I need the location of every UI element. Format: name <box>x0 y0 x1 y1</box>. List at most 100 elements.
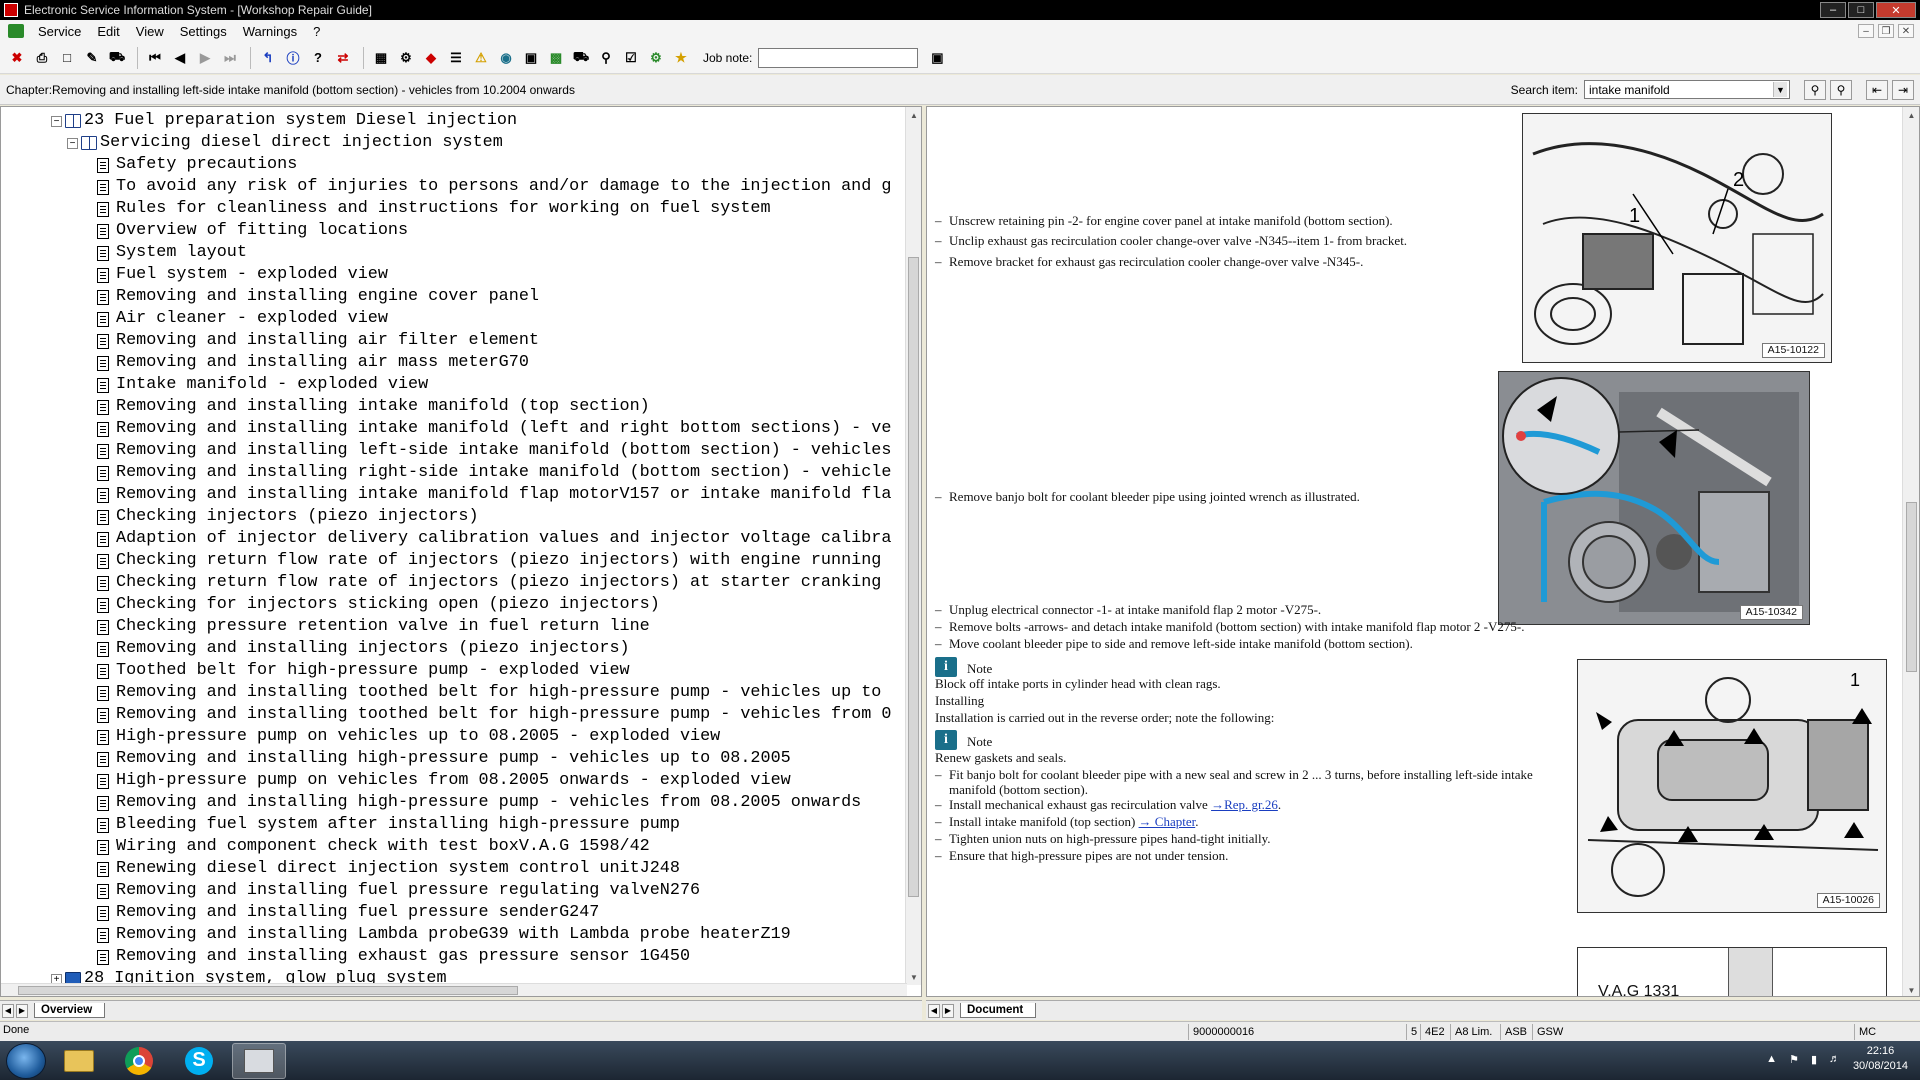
warning-icon[interactable]: ⚠ <box>470 47 492 69</box>
settings-icon[interactable]: ⚙ <box>645 47 667 69</box>
tree-item[interactable]: Removing and installing left-side intake… <box>97 440 891 462</box>
taskbar-explorer[interactable] <box>52 1043 106 1079</box>
child-restore-button[interactable]: ❐ <box>1878 24 1894 38</box>
tree-item[interactable]: Checking injectors (piezo injectors) <box>97 506 479 528</box>
collapse-left-icon[interactable]: ⇤ <box>1866 79 1888 100</box>
edit-document-icon[interactable]: ✎ <box>81 47 103 69</box>
help-icon[interactable]: ? <box>307 47 329 69</box>
tree-item[interactable]: Removing and installing Lambda probeG39 … <box>97 924 791 946</box>
tree-item[interactable]: Removing and installing intake manifold … <box>97 396 650 418</box>
menu-service[interactable]: Service <box>30 24 89 39</box>
close-button[interactable]: ✕ <box>1876 2 1916 18</box>
menu-settings[interactable]: Settings <box>172 24 235 39</box>
flag-icon[interactable]: ⚑ <box>1789 1053 1799 1066</box>
tree-item[interactable]: Removing and installing intake manifold … <box>97 418 891 440</box>
tree-item[interactable]: Renewing diesel direct injection system … <box>97 858 680 880</box>
collapse-icon[interactable]: − <box>51 115 62 127</box>
volume-icon[interactable]: ♬ <box>1829 1053 1840 1066</box>
repair-groups-icon[interactable]: ▦ <box>370 47 392 69</box>
tree-item[interactable]: Removing and installing high-pressure pu… <box>97 748 791 770</box>
tree-vertical-scrollbar[interactable]: ▲ ▼ <box>905 107 921 985</box>
tree-item[interactable]: Fuel system - exploded view <box>97 264 388 286</box>
tree-item[interactable]: Removing and installing injectors (piezo… <box>97 638 630 660</box>
collapse-icon[interactable]: − <box>67 137 78 149</box>
info-icon[interactable]: ⓘ <box>282 47 304 69</box>
tab-prev-icon[interactable]: ◀ <box>928 1003 940 1018</box>
child-close-button[interactable]: ✕ <box>1898 24 1914 38</box>
tree-item[interactable]: Air cleaner - exploded view <box>97 308 388 330</box>
last-page-icon[interactable]: ⏭ <box>219 47 241 69</box>
new-document-icon[interactable]: □ <box>56 47 78 69</box>
tree-item[interactable]: Removing and installing exhaust gas pres… <box>97 946 690 968</box>
vehicle-icon[interactable]: ⛟ <box>106 47 128 69</box>
tree-horizontal-scrollbar[interactable] <box>1 983 907 996</box>
tree-item[interactable]: Removing and installing intake manifold … <box>97 484 891 506</box>
menu-edit[interactable]: Edit <box>89 24 127 39</box>
exit-icon[interactable]: ✖ <box>6 47 28 69</box>
taskbar-elsa[interactable] <box>232 1042 286 1079</box>
scroll-thumb[interactable] <box>1906 502 1917 672</box>
child-minimize-button[interactable]: – <box>1858 24 1874 38</box>
scroll-up-icon[interactable]: ▲ <box>906 107 922 123</box>
hscroll-thumb[interactable] <box>18 986 518 995</box>
tree-item[interactable]: High-pressure pump on vehicles from 08.2… <box>97 770 791 792</box>
back-icon[interactable]: ↰ <box>257 47 279 69</box>
tree-item[interactable]: Rules for cleanliness and instructions f… <box>97 198 771 220</box>
list-icon[interactable]: ☰ <box>445 47 467 69</box>
tree-item[interactable]: Removing and installing toothed belt for… <box>97 682 881 704</box>
tree-item[interactable]: Overview of fitting locations <box>97 220 408 242</box>
scroll-thumb[interactable] <box>908 257 919 897</box>
globe-icon[interactable]: ◉ <box>495 47 517 69</box>
maximize-button[interactable]: □ <box>1848 2 1874 18</box>
tab-document[interactable]: Document <box>960 1003 1037 1018</box>
start-button[interactable] <box>6 1042 46 1079</box>
tab-next-icon[interactable]: ▶ <box>16 1003 28 1018</box>
tree-item[interactable]: Checking return flow rate of injectors (… <box>97 550 881 572</box>
vehicle-search-icon[interactable]: ⚲ <box>595 47 617 69</box>
tree-group[interactable]: − Servicing diesel direct injection syste… <box>67 132 503 154</box>
rep-gr-26-link[interactable]: →Rep. gr.26 <box>1211 797 1278 812</box>
search-next-icon[interactable]: ⚲ <box>1830 79 1852 100</box>
tree-item[interactable]: System layout <box>97 242 247 264</box>
menu-view[interactable]: View <box>128 24 172 39</box>
tree-item[interactable]: Checking for injectors sticking open (pi… <box>97 594 660 616</box>
previous-page-icon[interactable]: ◀ <box>169 47 191 69</box>
tree-item[interactable]: Removing and installing fuel pressure se… <box>97 902 599 924</box>
first-page-icon[interactable]: ⏮ <box>144 47 166 69</box>
car-icon[interactable]: ⛟ <box>570 47 592 69</box>
tree-item[interactable]: Toothed belt for high-pressure pump - ex… <box>97 660 630 682</box>
taskbar-chrome[interactable] <box>112 1043 166 1079</box>
tree-item[interactable]: Safety precautions <box>97 154 297 176</box>
tree-item[interactable]: Removing and installing high-pressure pu… <box>97 792 861 814</box>
network-icon[interactable]: ▮ <box>1811 1053 1817 1066</box>
engine-icon[interactable]: ⚙ <box>395 47 417 69</box>
job-note-input[interactable] <box>758 47 919 68</box>
archive-icon[interactable]: ▣ <box>520 47 542 69</box>
menu-help[interactable]: ? <box>305 24 328 39</box>
print-icon[interactable]: ⎙ <box>31 47 53 69</box>
tab-prev-icon[interactable]: ◀ <box>2 1003 14 1018</box>
book-icon[interactable]: ▩ <box>545 47 567 69</box>
tree-item[interactable]: Bleeding fuel system after installing hi… <box>97 814 680 836</box>
tree-item[interactable]: Removing and installing fuel pressure re… <box>97 880 700 902</box>
scroll-down-icon[interactable]: ▼ <box>906 969 922 985</box>
scroll-down-icon[interactable]: ▼ <box>1903 982 1919 996</box>
tree-item[interactable]: Removing and installing right-side intak… <box>97 462 891 484</box>
tree-item[interactable]: Checking pressure retention valve in fue… <box>97 616 650 638</box>
menu-warnings[interactable]: Warnings <box>235 24 305 39</box>
tree-item[interactable]: To avoid any risk of injuries to persons… <box>97 176 891 198</box>
tree-item[interactable]: Removing and installing air filter eleme… <box>97 330 539 352</box>
tree-group[interactable]: − 23 Fuel preparation system Diesel injec… <box>51 110 517 132</box>
chapter-link[interactable]: → Chapter <box>1139 814 1196 829</box>
tips-icon[interactable]: ★ <box>670 47 692 69</box>
diagnosis-icon[interactable]: ◆ <box>420 47 442 69</box>
tree-item[interactable]: High-pressure pump on vehicles up to 08.… <box>97 726 720 748</box>
tree-item[interactable]: Removing and installing air mass meterG7… <box>97 352 529 374</box>
swap-icon[interactable]: ⇄ <box>332 47 354 69</box>
tree-item[interactable]: Removing and installing toothed belt for… <box>97 704 891 726</box>
next-page-icon[interactable]: ▶ <box>194 47 216 69</box>
checklist-icon[interactable]: ☑ <box>620 47 642 69</box>
clock[interactable]: 22:16 30/08/2014 <box>1853 1044 1908 1074</box>
taskbar-skype[interactable]: S <box>172 1043 226 1079</box>
minimize-button[interactable]: – <box>1820 2 1846 18</box>
